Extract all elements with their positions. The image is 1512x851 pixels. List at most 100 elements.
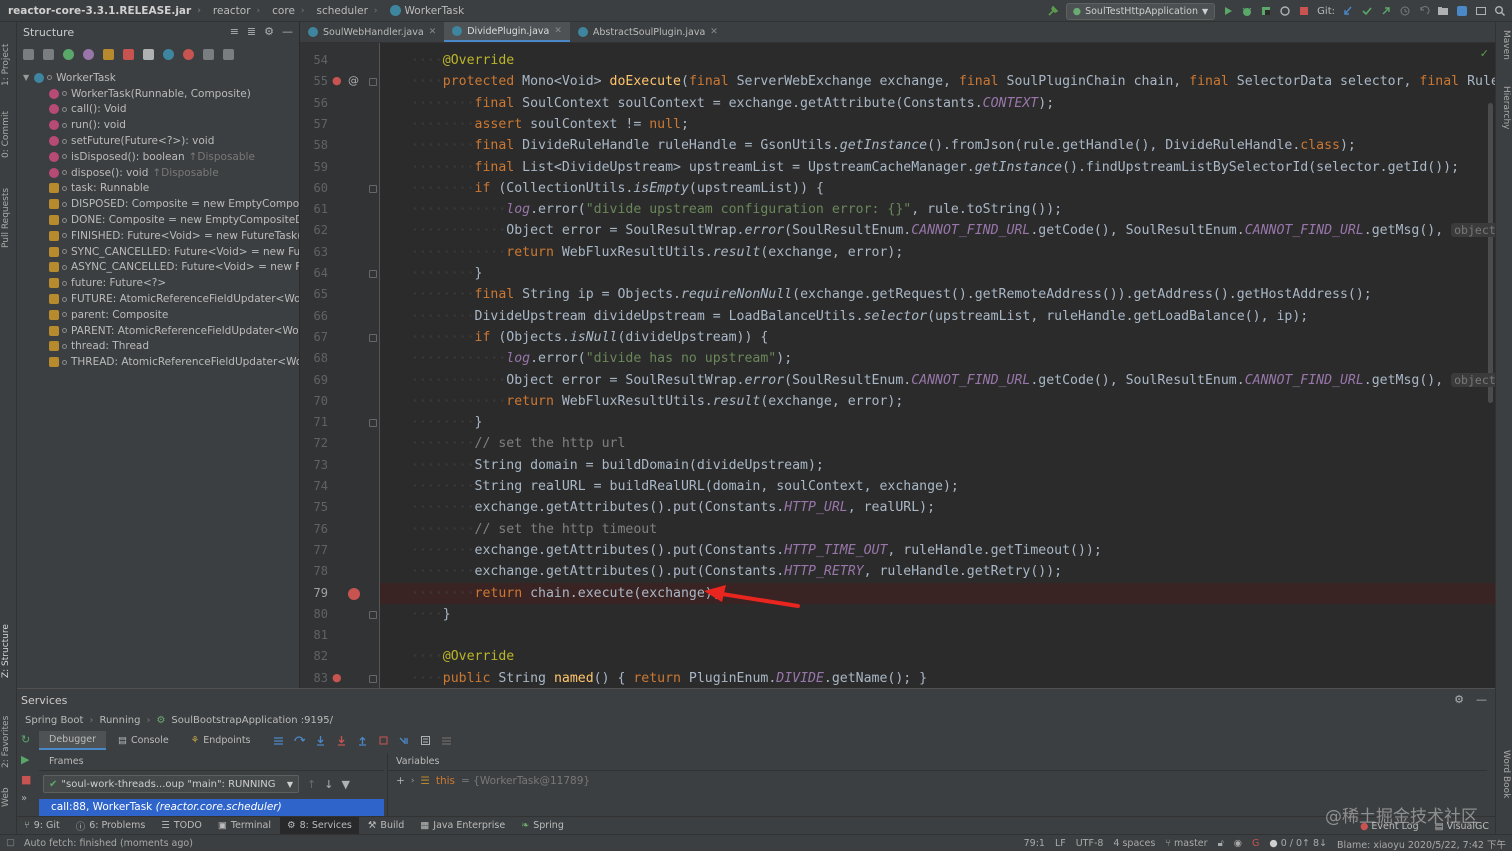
status-toggle-icon[interactable]: ▢ [6,837,15,848]
code-line[interactable]: ············Object error = SoulResultWra… [380,220,1495,241]
code-line[interactable]: ········if (Objects.isNull(divideUpstrea… [380,327,1495,348]
arrow-up-icon[interactable]: ↑ [307,778,316,791]
breakpoint-icon[interactable] [348,587,360,600]
tool-tab-hierarchy[interactable]: Hierarchy [1498,86,1511,142]
code-line[interactable]: ············return WebFluxResultUtils.re… [380,391,1495,412]
show-anonymous-icon[interactable] [163,48,174,60]
breadcrumb-reactor[interactable]: reactor › [205,5,264,17]
indent-setting[interactable]: 4 spaces [1113,838,1155,849]
translate-icon[interactable] [1456,5,1468,17]
tab-endpoints[interactable]: ⚘ Endpoints [181,732,261,749]
code-line[interactable]: ········exchange.getAttributes().put(Con… [380,497,1495,518]
tool-tab-web[interactable]: Web [1,777,16,807]
git-push-icon[interactable] [1380,5,1392,17]
git-commit-icon[interactable] [1361,5,1373,17]
stop-icon[interactable] [1298,5,1310,17]
editor-tab[interactable]: DividePlugin.java ✕ [444,22,570,42]
drop-frame-icon[interactable] [378,735,389,746]
google-icon[interactable]: G [1252,838,1259,849]
run-to-cursor-icon[interactable] [399,735,410,746]
tree-item-field[interactable]: future: Future<?> [17,275,299,291]
show-inherited-icon[interactable] [63,48,74,60]
code-line[interactable]: ········} [380,263,1495,284]
breadcrumb-core[interactable]: core › [264,5,308,17]
autoscroll-from-source-icon[interactable] [223,48,234,60]
tree-item-field[interactable]: PARENT: AtomicReferenceFieldUpdater<Wor [17,323,299,339]
tool-tab-project[interactable]: 1: Project [1,28,16,86]
tree-item-field[interactable]: DISPOSED: Composite = new EmptyCompos [17,196,299,212]
tool-tab-maven[interactable]: Maven [1498,30,1511,70]
code-line[interactable]: ········final String ip = Objects.requir… [380,284,1495,305]
tool-tab-java-enterprise[interactable]: ▦ Java Enterprise [413,817,512,835]
code-line[interactable]: ····public String named() { return Plugi… [380,668,1495,688]
show-interfaces-icon[interactable] [183,48,194,60]
override-icon[interactable]: ● [332,671,342,684]
build-hammer-icon[interactable] [1047,5,1059,17]
code-line[interactable]: ············Object error = SoulResultWra… [380,370,1495,391]
close-icon[interactable]: ✕ [429,27,437,37]
tree-item-field[interactable]: FUTURE: AtomicReferenceFieldUpdater<Wor [17,291,299,307]
blame-info[interactable]: Blame: xiaoyu 2020/5/22, 7:42 下午 [1337,837,1506,851]
window-icon[interactable] [1475,5,1487,17]
chevron-right-icon[interactable]: › [411,776,415,786]
code-editor[interactable]: ✓ ····@Override ····protected Mono<Void> … [380,43,1495,688]
collapse-all-icon[interactable]: ≣ [247,25,256,38]
code-line[interactable]: ············log.error("divide has no ups… [380,348,1495,369]
tree-item-method[interactable]: WorkerTask(Runnable, Composite) [17,86,299,102]
run-configuration-select[interactable]: ● SoulTestHttpApplication ▼ [1065,2,1216,20]
code-line[interactable]: ········DivideUpstream divideUpstream = … [380,306,1495,327]
tree-item-method[interactable]: isDisposed(): boolean ↑Disposable [17,149,299,165]
override-icon[interactable]: ● [332,74,342,87]
trace-icon[interactable] [441,735,452,746]
tree-item-field[interactable]: thread: Thread [17,339,299,355]
stop-icon[interactable]: ■ [21,773,37,793]
tree-item-field[interactable]: ASYNC_CANCELLED: Future<Void> = new Fu [17,260,299,276]
code-line[interactable]: ········if (CollectionUtils.isEmpty(upst… [380,178,1495,199]
show-properties-icon[interactable] [83,48,94,60]
history-icon[interactable] [1399,5,1411,17]
variable-row[interactable]: + › ☰ this = {WorkerTask@11789} [388,771,1487,791]
status-message[interactable]: Auto fetch: finished (moments ago) [0,838,193,849]
rollback-icon[interactable] [1418,5,1430,17]
tree-item-field[interactable]: DONE: Composite = new EmptyCompositeDi [17,212,299,228]
run-icon[interactable] [1222,5,1234,17]
tool-tab-services[interactable]: ⚙ 8: Services [280,816,359,835]
tool-tab-favorites[interactable]: 2: Favorites [1,698,16,768]
breadcrumb-workertask[interactable]: WorkerTask [382,5,469,17]
add-watch-icon[interactable]: + [396,775,405,787]
step-out-icon[interactable] [357,735,368,746]
memory-indicator-icon[interactable]: ◉ [1234,838,1242,849]
fold-icon[interactable] [369,270,377,278]
annotation-icon[interactable]: @ [348,74,359,87]
step-into-icon[interactable] [315,735,326,746]
filter-icon[interactable]: ▼ [341,778,349,791]
frame-row-selected[interactable]: call:88, WorkerTask (reactor.core.schedu… [39,799,384,816]
services-crumb-application[interactable]: SoulBootstrapApplication :9195/ [171,715,333,726]
fold-icon[interactable] [369,419,377,428]
branch-widget[interactable]: ⑂ master [1165,838,1207,849]
autoscroll-to-source-icon[interactable] [203,48,214,60]
fold-icon[interactable] [369,674,377,683]
sort-visibility-icon[interactable] [23,48,34,60]
hide-icon[interactable]: — [282,25,293,38]
code-line[interactable]: ····protected Mono<Void> doExecute(final… [380,71,1495,92]
debug-icon[interactable] [1241,5,1253,17]
show-execution-point-icon[interactable] [273,735,284,746]
tab-console[interactable]: ▤ Console [108,732,179,749]
breadcrumb-jar[interactable]: reactor-core-3.3.1.RELEASE.jar › [0,5,205,17]
expand-all-icon[interactable]: ≡ [230,25,239,38]
git-update-icon[interactable] [1342,5,1354,17]
line-separator[interactable]: LF [1055,838,1066,849]
force-step-into-icon[interactable] [336,735,347,746]
tool-tab-spring[interactable]: ❧ Spring [514,817,571,835]
code-line[interactable]: ········final SoulContext soulContext = … [380,93,1495,114]
show-lambdas-icon[interactable] [143,48,154,60]
tree-item-method[interactable]: run(): void [17,117,299,133]
code-line[interactable]: ········final DivideRuleHandle ruleHandl… [380,135,1495,156]
tool-tab-build[interactable]: ⚒ Build [361,817,411,835]
resume-icon[interactable]: ▶ [21,753,37,773]
tool-tab-word-book[interactable]: Word Book [1498,750,1511,810]
tree-item-method[interactable]: setFuture(Future<?>): void [17,133,299,149]
tool-tab-problems[interactable]: ⓘ 6: Problems [69,817,153,835]
code-line[interactable]: ········exchange.getAttributes().put(Con… [380,561,1495,582]
